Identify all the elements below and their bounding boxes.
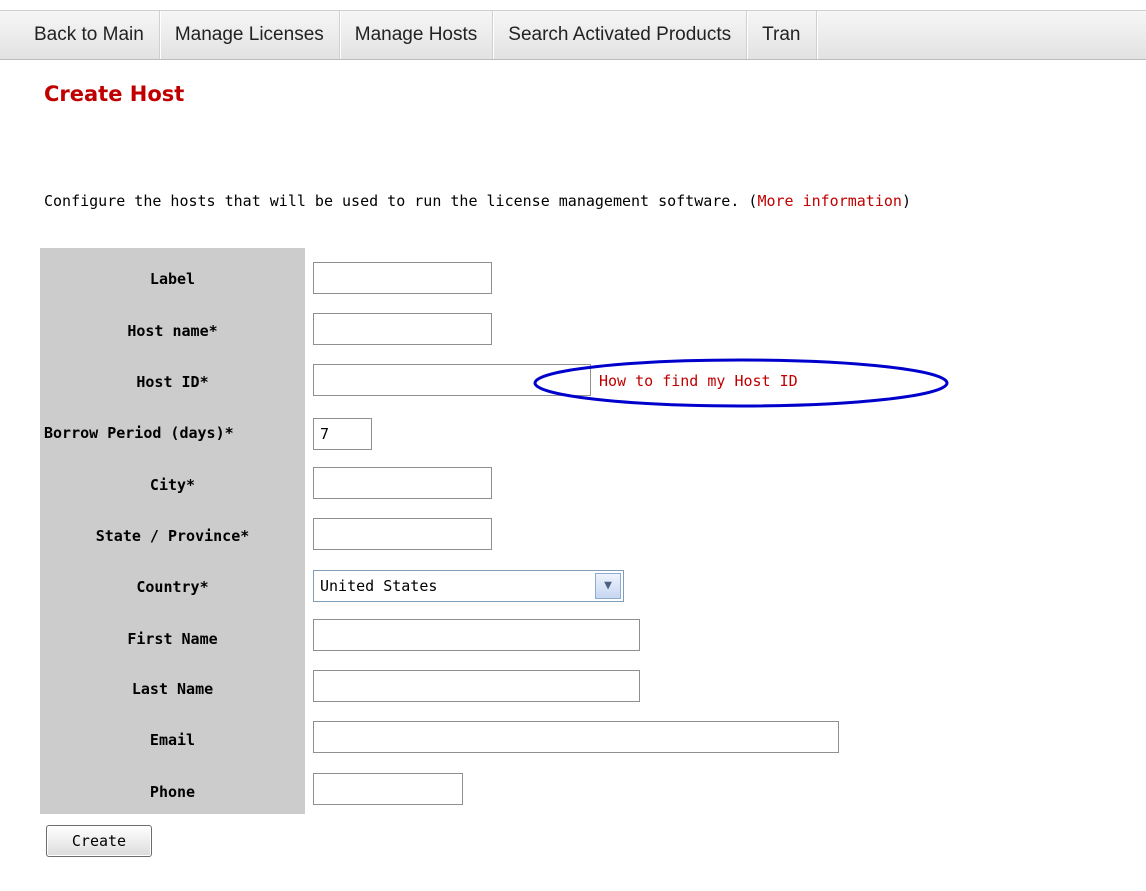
nav-manage-licenses[interactable]: Manage Licenses xyxy=(160,11,340,59)
label-input[interactable] xyxy=(313,262,492,294)
nav-search-activated-products[interactable]: Search Activated Products xyxy=(493,11,748,59)
email-input[interactable] xyxy=(313,721,839,753)
phone-field-label: Phone xyxy=(149,783,196,801)
more-information-link[interactable]: More information xyxy=(757,192,902,210)
nav-transfer-truncated[interactable]: Tran xyxy=(747,11,817,59)
intro-text-close: ) xyxy=(901,192,911,210)
lastname-field-label: Last Name xyxy=(131,680,214,698)
nav-manage-hosts[interactable]: Manage Hosts xyxy=(340,11,494,59)
country-selected-value: United States xyxy=(320,577,438,595)
city-field-label: City* xyxy=(149,476,196,494)
state-input[interactable] xyxy=(313,518,492,550)
intro-text-body: Configure the hosts that will be used to… xyxy=(44,192,758,210)
create-button[interactable]: Create xyxy=(46,825,152,857)
firstname-field-label: First Name xyxy=(127,630,218,648)
page-title: Create Host xyxy=(44,82,185,106)
phone-input[interactable] xyxy=(313,773,463,805)
chevron-down-icon[interactable]: ▼ xyxy=(595,573,621,599)
firstname-input[interactable] xyxy=(313,619,640,651)
how-to-find-host-id-link[interactable]: How to find my Host ID xyxy=(599,372,798,390)
label-field-label: Label xyxy=(149,270,196,288)
lastname-input[interactable] xyxy=(313,670,640,702)
hostname-input[interactable] xyxy=(313,313,492,345)
country-select[interactable]: United States ▼ xyxy=(313,570,624,602)
create-host-page: Back to Main Manage Licenses Manage Host… xyxy=(0,0,1146,891)
nav-back-to-main[interactable]: Back to Main xyxy=(0,11,160,59)
hostname-field-label: Host name* xyxy=(127,322,218,340)
borrow-period-input[interactable]: 7 xyxy=(313,418,372,450)
borrow-period-field-label: Borrow Period (days)* xyxy=(44,424,234,442)
city-input[interactable] xyxy=(313,467,492,499)
state-field-label: State / Province* xyxy=(95,527,250,545)
top-nav-bar: Back to Main Manage Licenses Manage Host… xyxy=(0,10,1146,60)
email-field-label: Email xyxy=(149,731,196,749)
hostid-field-label: Host ID* xyxy=(136,373,209,391)
intro-text: Configure the hosts that will be used to… xyxy=(44,192,911,210)
country-field-label: Country* xyxy=(136,578,209,596)
